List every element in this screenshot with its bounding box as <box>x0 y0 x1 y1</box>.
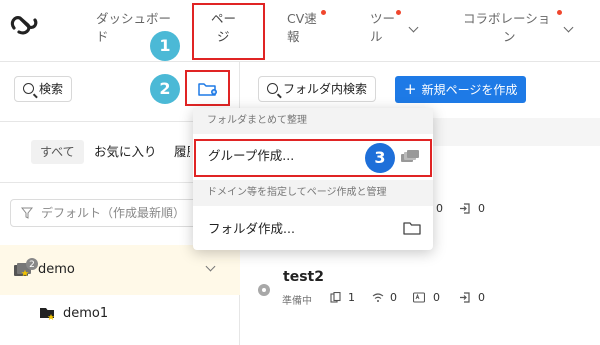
nav-tools-label-line1: ツー <box>370 11 396 26</box>
nav-cv-report[interactable]: CV速 報 <box>287 10 326 46</box>
nav-collaboration[interactable]: コラボレーショ ン <box>463 10 574 46</box>
notification-dot <box>396 10 401 15</box>
new-page-label: 新規ページを作成 <box>421 83 518 97</box>
tab-favorites[interactable]: お気に入り <box>94 140 157 164</box>
page-stat-value: 0 <box>436 202 443 215</box>
nav-cv-report-label-line2: 報 <box>287 29 300 44</box>
top-navigation: ダッシュボー ド ペー ジ CV速 報 ツー ル コラボレーショ ン <box>0 0 600 62</box>
dropdown-section-header: フォルダまとめて整理 <box>193 108 433 134</box>
search-icon <box>267 83 278 94</box>
new-page-button[interactable]: + 新規ページを作成 <box>395 76 527 103</box>
chevron-down-icon <box>408 22 419 33</box>
status-icon <box>258 284 270 296</box>
group-folder-icon: 2 <box>14 258 38 277</box>
page-title[interactable]: test2 <box>283 269 324 285</box>
highlight-box-create-group <box>194 139 432 177</box>
filter-icon <box>21 207 33 219</box>
notification-dot <box>321 10 326 15</box>
folder-menu-dropdown: フォルダまとめて整理 グループ作成... ドメイン等を指定してページ作成と管理 … <box>193 108 433 250</box>
step-marker-3: 3 <box>365 143 395 173</box>
chevron-down-icon <box>563 22 574 33</box>
pages-icon <box>330 292 341 303</box>
nav-collaboration-label-line2: ン <box>503 29 516 44</box>
nav-dashboard-label-line1: ダッシュボー <box>96 11 172 26</box>
search-button[interactable]: 検索 <box>14 76 73 102</box>
ab-test-count: 0 <box>433 291 440 304</box>
exit-icon <box>460 292 470 303</box>
notification-dot <box>557 10 562 15</box>
exit-icon <box>460 203 470 214</box>
plus-icon: + <box>404 80 417 98</box>
exit-count: 0 <box>478 291 485 304</box>
search-button-label: 検索 <box>39 82 64 96</box>
folder-search-label: フォルダ内検索 <box>283 82 368 96</box>
nav-cv-report-label-line1: CV速 <box>287 11 317 26</box>
wifi-icon <box>372 293 384 302</box>
sort-select-label: デフォルト（作成最新順） <box>41 206 186 220</box>
search-icon <box>23 83 34 94</box>
tab-history[interactable]: 履歴 <box>174 140 190 164</box>
nav-tools-label-line2: ル <box>370 29 383 44</box>
nav-collaboration-label-line1: コラボレーショ <box>463 11 551 26</box>
dropdown-section-header: ドメイン等を指定してページ作成と管理 <box>193 180 433 206</box>
ab-test-icon <box>413 292 425 303</box>
page-stat-value: 0 <box>478 202 485 215</box>
folder-name[interactable]: demo1 <box>63 306 108 321</box>
folder-search-button[interactable]: フォルダ内検索 <box>258 76 377 102</box>
status-badge: 準備中 <box>282 296 312 307</box>
folder-icon <box>403 222 421 235</box>
highlight-box-folder-button <box>185 70 230 106</box>
pages-count: 1 <box>348 291 355 304</box>
group-name: demo <box>38 262 75 277</box>
highlight-box-pages <box>192 3 265 60</box>
app-logo-icon[interactable] <box>8 8 40 40</box>
wifi-count: 0 <box>390 291 397 304</box>
step-marker-1: 1 <box>150 31 180 61</box>
nav-tools[interactable]: ツー ル <box>370 10 419 46</box>
folder-icon <box>40 308 55 320</box>
tab-all[interactable]: すべて <box>31 140 84 164</box>
group-count-badge: 2 <box>29 260 35 270</box>
menu-item-create-folder[interactable]: フォルダ作成... <box>193 209 433 249</box>
